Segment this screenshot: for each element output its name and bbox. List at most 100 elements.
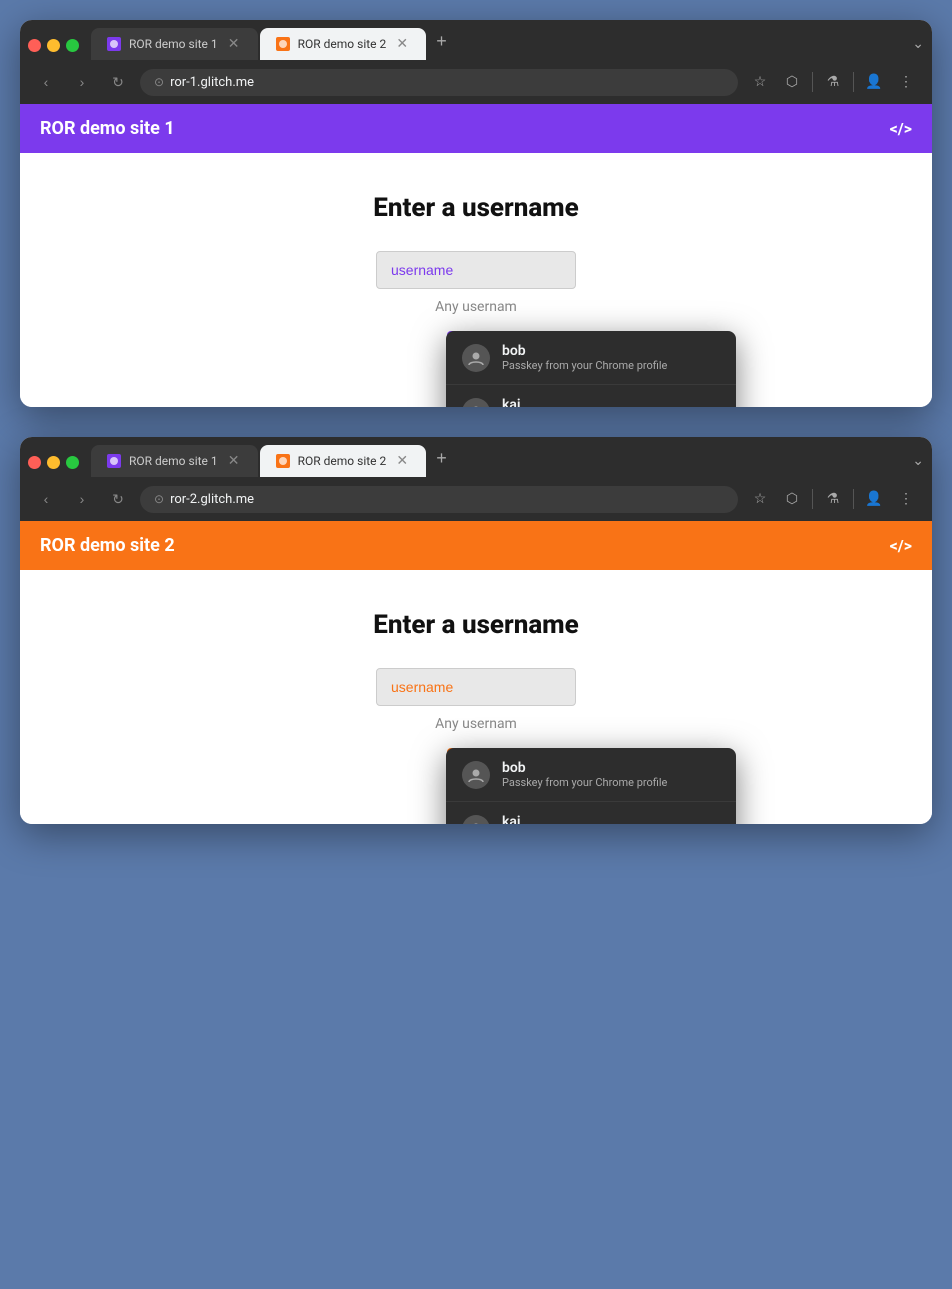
passkey-item-bob-2[interactable]: bob Passkey from your Chrome profile: [446, 748, 736, 802]
address-text-2: ror-2.glitch.me: [170, 492, 254, 507]
passkey-info-bob-2: bob Passkey from your Chrome profile: [502, 760, 667, 789]
window-controls-1: [28, 39, 79, 60]
security-icon-1: ⊙: [154, 75, 164, 89]
site-header-1: ROR demo site 1 </>: [20, 104, 932, 153]
new-tab-button-1[interactable]: +: [428, 31, 455, 60]
tab-4-close[interactable]: ✕: [394, 453, 410, 469]
passkey-item-kai-2[interactable]: kai Passkey from your Chrome profile: [446, 802, 736, 824]
security-icon-2: ⊙: [154, 492, 164, 506]
passkey-avatar-kai-2: [462, 815, 490, 825]
close-button-1[interactable]: [28, 39, 41, 52]
passkey-dropdown-wrapper-1: S bob Passkey from your Chrome profile: [40, 331, 912, 367]
forward-button-1[interactable]: ›: [68, 68, 96, 96]
passkey-info-kai-2: kai Passkey from your Chrome profile: [502, 814, 667, 824]
passkey-info-kai-1: kai Passkey from your Chrome profile: [502, 397, 667, 407]
tab-favicon-2: [276, 37, 290, 51]
username-input-1[interactable]: [376, 251, 576, 289]
address-actions-2: ☆ ⬡ ⚗ 👤 ⋮: [746, 485, 920, 513]
helper-text-1: Any usernam: [40, 299, 912, 315]
maximize-button-1[interactable]: [66, 39, 79, 52]
tab-1-label: ROR demo site 1: [129, 37, 218, 51]
passkey-dropdown-1: bob Passkey from your Chrome profile kai…: [446, 331, 736, 407]
address-actions-1: ☆ ⬡ ⚗ 👤 ⋮: [746, 68, 920, 96]
site-header-2: ROR demo site 2 </>: [20, 521, 932, 570]
titlebar-2: ROR demo site 1 ✕ ROR demo site 2 ✕ + ⌄ …: [20, 437, 932, 521]
site-title-1: ROR demo site 1: [40, 118, 175, 139]
tab-2-site1[interactable]: ROR demo site 1 ✕: [91, 445, 258, 477]
divider-2: [853, 72, 854, 92]
maximize-button-2[interactable]: [66, 456, 79, 469]
tab-favicon-1: [107, 37, 121, 51]
extensions-icon-1[interactable]: ⬡: [778, 68, 806, 96]
tab-chevron-2: ⌄: [912, 453, 924, 477]
page-content-2: Enter a username Any usernam S bob Passk…: [20, 570, 932, 824]
reload-button-1[interactable]: ↻: [104, 68, 132, 96]
passkey-avatar-bob-1: [462, 344, 490, 372]
minimize-button-2[interactable]: [47, 456, 60, 469]
reload-button-2[interactable]: ↻: [104, 485, 132, 513]
window-controls-2: [28, 456, 79, 477]
addressbar-2: ‹ › ↻ ⊙ ror-2.glitch.me ☆ ⬡ ⚗ 👤 ⋮: [20, 477, 932, 521]
forward-button-2[interactable]: ›: [68, 485, 96, 513]
page-content-1: Enter a username Any usernam S bob Passk…: [20, 153, 932, 407]
tab-1-site1[interactable]: ROR demo site 1 ✕: [91, 28, 258, 60]
menu-icon-2[interactable]: ⋮: [892, 485, 920, 513]
passkey-avatar-bob-2: [462, 761, 490, 789]
page-title-2: Enter a username: [40, 610, 912, 640]
passkey-sub-bob-2: Passkey from your Chrome profile: [502, 776, 667, 789]
input-wrapper-1: [40, 251, 912, 289]
tab-1-site2[interactable]: ROR demo site 2 ✕: [260, 28, 427, 60]
star-icon-1[interactable]: ☆: [746, 68, 774, 96]
passkey-dropdown-wrapper-2: S bob Passkey from your Chrome profile: [40, 748, 912, 784]
code-icon-1[interactable]: </>: [890, 119, 912, 138]
divider-4: [853, 489, 854, 509]
code-icon-2[interactable]: </>: [890, 536, 912, 555]
tab-favicon-4: [276, 454, 290, 468]
passkey-avatar-kai-1: [462, 398, 490, 408]
browser-window-1: ROR demo site 1 ✕ ROR demo site 2 ✕ + ⌄ …: [20, 20, 932, 407]
profile-icon-2[interactable]: 👤: [860, 485, 888, 513]
passkey-name-kai-2: kai: [502, 814, 667, 824]
tab-2-label: ROR demo site 2: [298, 37, 387, 51]
flask-icon-2[interactable]: ⚗: [819, 485, 847, 513]
menu-icon-1[interactable]: ⋮: [892, 68, 920, 96]
address-field-2[interactable]: ⊙ ror-2.glitch.me: [140, 486, 738, 513]
tab-1-close[interactable]: ✕: [226, 36, 242, 52]
new-tab-button-2[interactable]: +: [428, 448, 455, 477]
tab-3-close[interactable]: ✕: [226, 453, 242, 469]
address-text-1: ror-1.glitch.me: [170, 75, 254, 90]
site-title-2: ROR demo site 2: [40, 535, 175, 556]
tab-4-label: ROR demo site 2: [298, 454, 387, 468]
passkey-item-kai-1[interactable]: kai Passkey from your Chrome profile: [446, 385, 736, 407]
profile-icon-1[interactable]: 👤: [860, 68, 888, 96]
addressbar-1: ‹ › ↻ ⊙ ror-1.glitch.me ☆ ⬡ ⚗ 👤 ⋮: [20, 60, 932, 104]
input-wrapper-2: [40, 668, 912, 706]
tab-bar-2: ROR demo site 1 ✕ ROR demo site 2 ✕ + ⌄: [20, 437, 932, 477]
page-title-1: Enter a username: [40, 193, 912, 223]
extensions-icon-2[interactable]: ⬡: [778, 485, 806, 513]
address-field-1[interactable]: ⊙ ror-1.glitch.me: [140, 69, 738, 96]
passkey-name-bob-1: bob: [502, 343, 667, 359]
titlebar-1: ROR demo site 1 ✕ ROR demo site 2 ✕ + ⌄ …: [20, 20, 932, 104]
tab-favicon-3: [107, 454, 121, 468]
passkey-item-bob-1[interactable]: bob Passkey from your Chrome profile: [446, 331, 736, 385]
tab-2-close[interactable]: ✕: [394, 36, 410, 52]
back-button-2[interactable]: ‹: [32, 485, 60, 513]
username-input-2[interactable]: [376, 668, 576, 706]
divider-1: [812, 72, 813, 92]
tab-3-label: ROR demo site 1: [129, 454, 218, 468]
passkey-info-bob-1: bob Passkey from your Chrome profile: [502, 343, 667, 372]
tab-2-site2[interactable]: ROR demo site 2 ✕: [260, 445, 427, 477]
passkey-name-bob-2: bob: [502, 760, 667, 776]
close-button-2[interactable]: [28, 456, 41, 469]
browser-window-2: ROR demo site 1 ✕ ROR demo site 2 ✕ + ⌄ …: [20, 437, 932, 824]
back-button-1[interactable]: ‹: [32, 68, 60, 96]
helper-text-2: Any usernam: [40, 716, 912, 732]
minimize-button-1[interactable]: [47, 39, 60, 52]
passkey-sub-bob-1: Passkey from your Chrome profile: [502, 359, 667, 372]
tab-bar-1: ROR demo site 1 ✕ ROR demo site 2 ✕ + ⌄: [20, 20, 932, 60]
passkey-name-kai-1: kai: [502, 397, 667, 407]
star-icon-2[interactable]: ☆: [746, 485, 774, 513]
tab-chevron-1: ⌄: [912, 36, 924, 60]
flask-icon-1[interactable]: ⚗: [819, 68, 847, 96]
